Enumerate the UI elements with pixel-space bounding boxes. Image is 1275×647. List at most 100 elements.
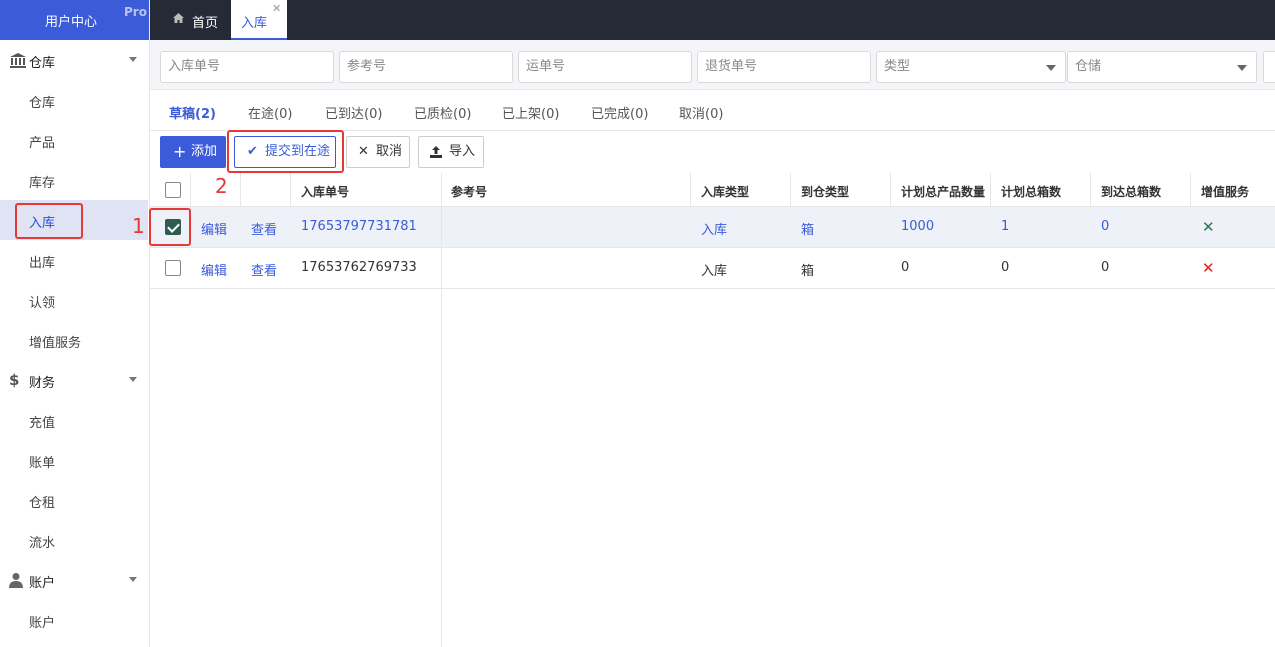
sidebar-item-label: 增值服务 — [29, 336, 82, 351]
sidebar-item-outbound[interactable]: 出库 — [0, 240, 148, 280]
type-select-value: 类型 — [884, 59, 911, 74]
sidebar-item-claim[interactable]: 认领 — [0, 280, 148, 320]
inbound-no-link[interactable]: 17653797731781 — [301, 219, 417, 234]
column-header: 到仓类型 — [801, 185, 850, 199]
table-row[interactable]: 编辑 查看 17653797731781 入库 箱 1000 1 0 ✕ — [150, 207, 1275, 248]
arrival-type-cell: 箱 — [801, 264, 815, 279]
column-header: 参考号 — [451, 185, 488, 199]
column-divider — [190, 173, 191, 207]
cancel-button-label: 取消 — [376, 144, 403, 159]
value-added-no-icon: ✕ — [1202, 259, 1215, 277]
sidebar-item-products[interactable]: 产品 — [0, 120, 148, 160]
column-header: 计划总产品数量 — [901, 185, 986, 199]
tab-inbound[interactable]: 入库 ✕ — [231, 0, 287, 40]
chevron-down-icon — [129, 57, 137, 62]
column-header: 入库单号 — [301, 185, 350, 199]
sidebar-group-label: 仓库 — [29, 56, 56, 71]
status-tab-in-transit[interactable]: 在途(0) — [248, 103, 292, 122]
column-header: 入库类型 — [701, 185, 750, 199]
sidebar-item-recharge[interactable]: 充值 — [0, 400, 148, 440]
brand-header: 用户中心 Pro — [0, 0, 149, 40]
sidebar-item-transactions[interactable]: 流水 — [0, 520, 148, 560]
sidebar-item-bills[interactable]: 账单 — [0, 440, 148, 480]
type-select[interactable]: 类型 — [876, 51, 1066, 83]
planned-boxes-cell: 1 — [1001, 219, 1010, 234]
sidebar-item-label: 仓库 — [29, 96, 56, 111]
view-link[interactable]: 查看 — [251, 260, 277, 279]
row-checkbox[interactable] — [165, 260, 181, 276]
column-divider — [240, 173, 241, 207]
pro-badge: Pro — [124, 5, 147, 19]
import-button-label: 导入 — [449, 144, 476, 159]
warehouse-select-value: 仓储 — [1075, 59, 1102, 74]
extra-filter-input[interactable] — [1263, 51, 1275, 83]
sidebar-item-inventory[interactable]: 库存 — [0, 160, 148, 200]
import-button[interactable]: 导入 — [418, 136, 484, 168]
waybill-no-input[interactable]: 运单号 — [518, 51, 692, 83]
close-icon: ✕ — [358, 144, 369, 159]
sidebar-item-warehouse[interactable]: 仓库 — [0, 80, 148, 120]
chevron-down-icon — [129, 577, 137, 582]
return-no-input[interactable]: 退货单号 — [697, 51, 871, 83]
user-icon — [9, 572, 27, 588]
sidebar-item-label: 出库 — [29, 256, 56, 271]
inbound-no-input[interactable]: 入库单号 — [160, 51, 334, 83]
tab-label: 入库 — [241, 16, 268, 31]
sidebar-item-label: 流水 — [29, 536, 56, 551]
highlight-box-submit — [227, 130, 344, 173]
planned-qty-cell: 0 — [901, 260, 910, 275]
chevron-down-icon — [129, 377, 137, 382]
sidebar-item-value-added[interactable]: 增值服务 — [0, 320, 148, 360]
status-tab-inspected[interactable]: 已质检(0) — [414, 103, 471, 122]
brand-title: 用户中心 — [45, 15, 98, 30]
upload-icon — [430, 137, 442, 170]
column-divider — [690, 173, 691, 207]
add-button[interactable]: + 添加 — [160, 136, 226, 168]
sidebar-group-warehouse[interactable]: 仓库 — [0, 40, 150, 80]
dollar-icon: $ — [9, 371, 20, 389]
close-icon[interactable]: ✕ — [272, 2, 281, 15]
chevron-down-icon — [1237, 65, 1247, 71]
inbound-type-cell: 入库 — [701, 264, 728, 279]
cancel-button[interactable]: ✕ 取消 — [346, 136, 410, 168]
top-bar: 首页 入库 ✕ — [150, 0, 1275, 40]
sidebar-item-account[interactable]: 账户 — [0, 600, 148, 640]
status-tabs: 草稿(2) 在途(0) 已到达(0) 已质检(0) 已上架(0) 已完成(0) … — [150, 91, 1275, 131]
edit-link[interactable]: 编辑 — [201, 260, 227, 279]
sidebar-group-finance[interactable]: $ 财务 — [0, 360, 150, 400]
status-tab-arrived[interactable]: 已到达(0) — [325, 103, 382, 122]
highlight-box-checkbox — [149, 208, 191, 246]
column-divider — [1190, 173, 1191, 207]
status-tab-cancelled[interactable]: 取消(0) — [679, 103, 723, 122]
sidebar-item-label: 库存 — [29, 176, 56, 191]
table-header: 入库单号 参考号 入库类型 到仓类型 计划总产品数量 计划总箱数 到达总箱数 增… — [150, 173, 1275, 207]
column-divider — [1090, 173, 1091, 207]
sidebar-item-storage-fee[interactable]: 仓租 — [0, 480, 148, 520]
arrived-boxes-cell: 0 — [1101, 260, 1110, 275]
chevron-down-icon — [1046, 65, 1056, 71]
column-header: 计划总箱数 — [1001, 185, 1062, 199]
warehouse-select[interactable]: 仓储 — [1067, 51, 1257, 83]
sidebar-group-label: 财务 — [29, 376, 56, 391]
sidebar-item-label: 产品 — [29, 136, 56, 151]
value-added-no-icon: ✕ — [1202, 218, 1215, 236]
planned-qty-cell: 1000 — [901, 219, 935, 234]
status-tab-completed[interactable]: 已完成(0) — [591, 103, 648, 122]
edit-link[interactable]: 编辑 — [201, 219, 227, 238]
status-tab-shelved[interactable]: 已上架(0) — [502, 103, 559, 122]
planned-boxes-cell: 0 — [1001, 260, 1010, 275]
table-row[interactable]: 编辑 查看 17653762769733 入库 箱 0 0 0 ✕ — [150, 248, 1275, 289]
view-link[interactable]: 查看 — [251, 219, 277, 238]
inbound-no-cell: 17653762769733 — [301, 260, 417, 275]
sidebar-item-label: 充值 — [29, 416, 56, 431]
reference-no-input[interactable]: 参考号 — [339, 51, 513, 83]
tab-home[interactable]: 首页 — [160, 0, 226, 40]
column-divider — [790, 173, 791, 207]
plus-icon: + — [173, 142, 187, 161]
inbound-table: 入库单号 参考号 入库类型 到仓类型 计划总产品数量 计划总箱数 到达总箱数 增… — [150, 173, 1275, 647]
sidebar-group-account[interactable]: 账户 — [0, 560, 150, 600]
select-all-checkbox[interactable] — [165, 182, 181, 198]
column-header: 增值服务 — [1201, 185, 1250, 199]
status-tab-draft[interactable]: 草稿(2) — [169, 103, 216, 122]
inbound-type-cell: 入库 — [701, 223, 728, 238]
